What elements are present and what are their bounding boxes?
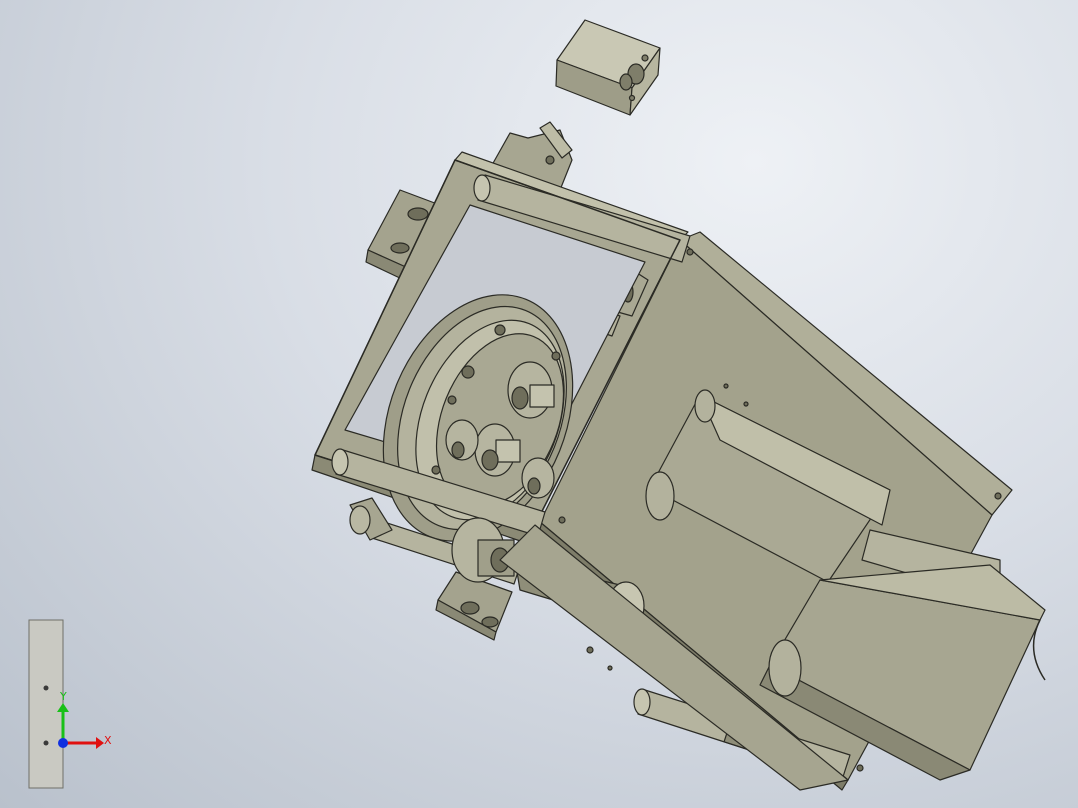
z-axis-dot xyxy=(58,738,68,748)
x-axis-arrowhead xyxy=(96,737,104,749)
y-axis-label: Y xyxy=(59,690,67,703)
triad-marker-dot xyxy=(43,740,49,746)
triad-marker-dot xyxy=(43,685,49,691)
planet-gear-hub-4[interactable] xyxy=(521,457,555,499)
triad-panel xyxy=(28,619,64,789)
mechanical-assembly-model[interactable] xyxy=(311,19,1046,791)
view-orientation-triad[interactable]: X Y xyxy=(28,619,112,789)
planet-gear-hub-3[interactable] xyxy=(445,419,479,461)
floating-block-part[interactable] xyxy=(555,19,661,116)
x-axis-label: X xyxy=(104,734,112,747)
cad-3d-viewport[interactable]: X Y xyxy=(0,0,1078,808)
